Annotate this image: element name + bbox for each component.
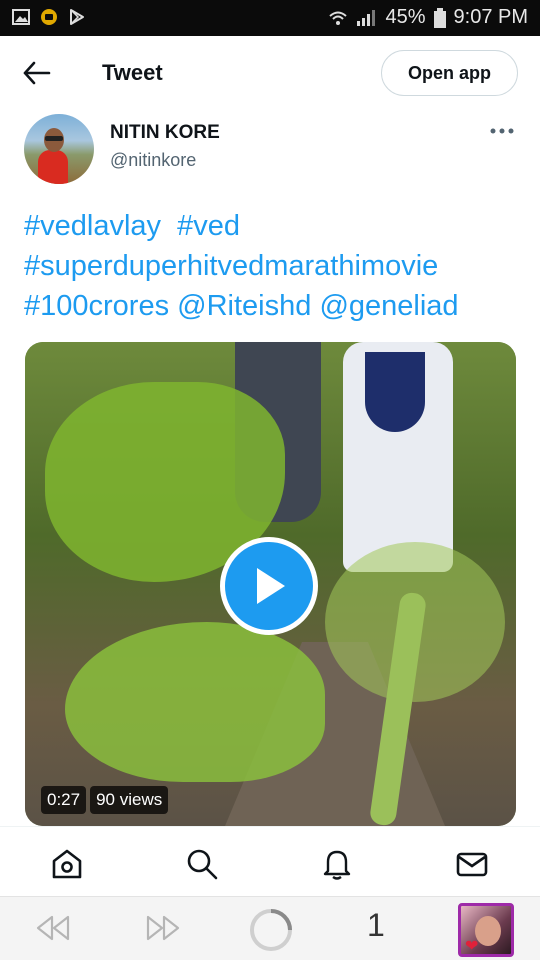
back-arrow-icon[interactable] <box>22 60 52 86</box>
app-bar: Tweet Open app <box>0 36 540 110</box>
hashtag-link[interactable]: #vedlavlay <box>24 210 161 242</box>
back-icon[interactable] <box>34 911 74 945</box>
hashtag-link[interactable]: #superduperhitvedmarathimovie <box>24 250 438 282</box>
browser-toolbar: 1 ❤ <box>0 896 540 960</box>
app-notification-icon <box>41 9 57 25</box>
forward-icon[interactable] <box>142 911 182 945</box>
status-bar-right: 45% 9:07 PM <box>329 6 528 29</box>
signal-icon <box>357 9 376 26</box>
author-name[interactable]: NITIN KORE <box>110 122 220 144</box>
tweet-line: #100crores @Riteishd @geneliad <box>24 286 524 326</box>
video-badges: 0:27 90 views <box>41 786 169 814</box>
thumbnail-face <box>475 916 501 946</box>
tweet-line: #vedlavlay #ved <box>24 206 524 246</box>
avatar-figure <box>38 150 68 184</box>
heart-icon: ❤ <box>465 938 479 955</box>
profile-thumbnail[interactable]: ❤ <box>458 903 514 957</box>
home-icon[interactable] <box>50 847 84 881</box>
clock: 9:07 PM <box>453 6 528 28</box>
page-title: Tweet <box>102 60 163 85</box>
mention-link[interactable]: @Riteishd <box>177 290 311 322</box>
video-scene-scarf <box>365 352 425 432</box>
gallery-icon <box>12 9 30 25</box>
loading-icon[interactable] <box>248 907 294 953</box>
tweet-line: #superduperhitvedmarathimovie <box>24 246 524 286</box>
open-app-button[interactable]: Open app <box>381 50 518 96</box>
video-player[interactable]: 0:27 90 views <box>25 342 516 826</box>
battery-icon <box>433 7 446 28</box>
wifi-icon <box>329 11 348 25</box>
play-store-icon <box>70 9 84 25</box>
bottom-tab-bar <box>0 826 540 896</box>
hashtag-link[interactable]: #ved <box>177 210 240 242</box>
status-bar-left <box>12 8 86 26</box>
avatar[interactable] <box>24 114 94 184</box>
play-icon <box>257 568 285 604</box>
search-icon[interactable] <box>185 847 219 881</box>
video-duration: 0:27 <box>41 786 87 814</box>
more-options-icon[interactable] <box>490 126 514 136</box>
mention-link[interactable]: @geneliad <box>319 290 458 322</box>
video-views: 90 views <box>90 786 169 814</box>
tweet-text: #vedlavlay #ved #superduperhitvedmarathi… <box>24 206 524 326</box>
author-handle[interactable]: @nitinkore <box>110 150 196 171</box>
tab-count[interactable]: 1 <box>367 907 385 944</box>
messages-icon[interactable] <box>455 847 489 881</box>
notifications-icon[interactable] <box>320 847 354 881</box>
avatar-glasses <box>45 136 63 141</box>
battery-percent: 45% <box>385 6 426 28</box>
status-bar: 45% 9:07 PM <box>0 0 540 36</box>
hashtag-link[interactable]: #100crores <box>24 290 169 322</box>
tweet-author: NITIN KORE @nitinkore <box>0 110 540 190</box>
play-button[interactable] <box>220 537 318 635</box>
